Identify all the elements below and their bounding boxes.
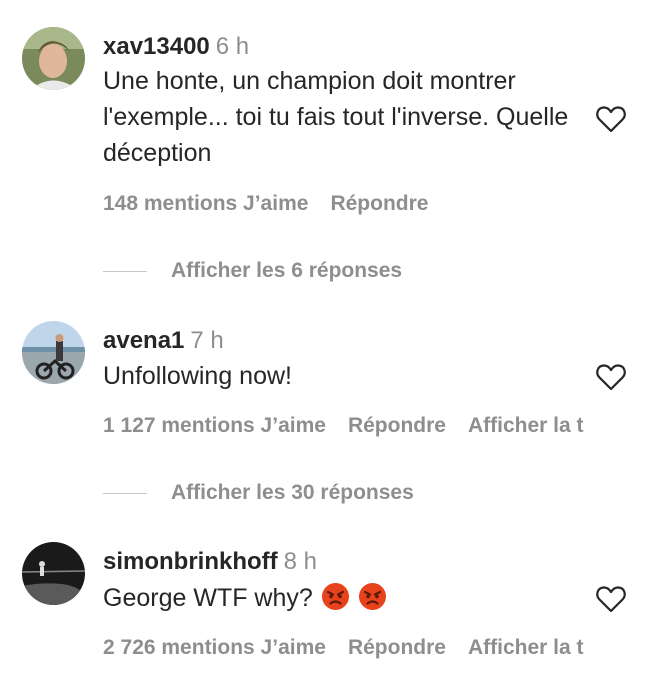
comment-text: George WTF why? [103, 580, 573, 616]
comment-username[interactable]: xav13400 [103, 33, 210, 60]
comment-timestamp[interactable]: 6 h [216, 33, 249, 60]
comment-text: Unfollowing now! [103, 362, 292, 390]
comment-header: xav13400 6 h [103, 33, 249, 61]
angry-face-icon [358, 582, 387, 611]
avatar[interactable] [22, 321, 85, 384]
comment-username[interactable]: simonbrinkhoff [103, 548, 278, 575]
view-replies-label: Afficher les 30 réponses [171, 481, 414, 504]
avatar[interactable] [22, 27, 85, 90]
view-replies-label: Afficher les 6 réponses [171, 259, 403, 282]
likes-count[interactable]: 1 127 mentions J’aime [103, 414, 326, 437]
likes-count[interactable]: 148 mentions J’aime [103, 192, 308, 215]
comment-timestamp[interactable]: 7 h [190, 327, 223, 354]
likes-count[interactable]: 2 726 mentions J’aime [103, 636, 326, 659]
angry-face-icon [321, 582, 350, 611]
reply-button[interactable]: Répondre [348, 414, 446, 437]
heart-outline-icon[interactable] [595, 584, 627, 614]
comment-header: avena1 7 h [103, 327, 224, 355]
avatar[interactable] [22, 542, 85, 605]
comment-username[interactable]: avena1 [103, 327, 184, 354]
comment-actions: 1 127 mentions J’aime Répondre Afficher la… [103, 413, 606, 439]
view-replies-button[interactable]: Afficher les 30 réponses [103, 480, 414, 506]
see-translation-button[interactable]: Afficher la t [468, 636, 584, 659]
comment-timestamp[interactable]: 8 h [284, 548, 317, 575]
comment-actions: 148 mentions J’aime Répondre [103, 191, 450, 217]
heart-outline-icon[interactable] [595, 104, 627, 134]
comment-actions: 2 726 mentions J’aime Répondre Afficher la… [103, 635, 606, 661]
replies-divider [103, 270, 147, 272]
comment-header: simonbrinkhoff 8 h [103, 548, 317, 576]
comment-text: Une honte, un champion doit montrer l'ex… [103, 67, 569, 167]
reply-button[interactable]: Répondre [348, 636, 446, 659]
replies-divider [103, 492, 147, 494]
view-replies-button[interactable]: Afficher les 6 réponses [103, 258, 402, 284]
see-translation-button[interactable]: Afficher la t [468, 414, 584, 437]
reply-button[interactable]: Répondre [330, 192, 428, 215]
comment-text-content: George WTF why? [103, 584, 313, 612]
heart-outline-icon[interactable] [595, 362, 627, 392]
